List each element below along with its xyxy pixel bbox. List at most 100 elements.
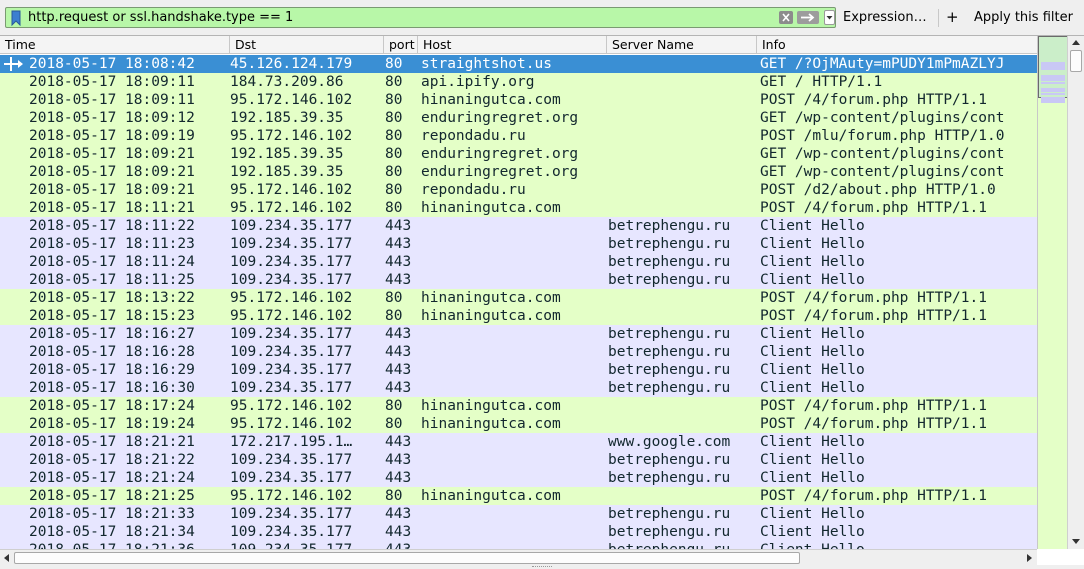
cell-host: [421, 433, 606, 451]
table-row[interactable]: 2018-05-17 18:21:25 95.172.146.102 80 hinan…: [0, 487, 1037, 505]
cell-host: hinaningutca.com: [421, 200, 561, 216]
cell-host: [421, 253, 606, 271]
cell-time: 2018-05-17 18:16:29: [29, 362, 195, 378]
cell-dst: 109.234.35.177: [230, 344, 353, 360]
expression-button[interactable]: Expression…: [843, 10, 927, 26]
cell-server-name: betrephengu.ru: [608, 272, 731, 288]
scroll-right-icon[interactable]: [1027, 554, 1032, 562]
column-header-port[interactable]: port: [383, 36, 417, 54]
horizontal-scroll-thumb[interactable]: [14, 552, 800, 564]
filter-history-dropdown-icon[interactable]: [824, 10, 835, 25]
scroll-down-icon[interactable]: [1072, 539, 1080, 544]
table-row[interactable]: 2018-05-17 18:19:24 95.172.146.102 80 hinan…: [0, 415, 1037, 433]
clear-filter-icon[interactable]: [779, 11, 793, 24]
table-row[interactable]: 2018-05-17 18:11:25 109.234.35.177 443 betr…: [0, 271, 1037, 289]
cell-port: 80: [385, 308, 403, 324]
packet-minimap[interactable]: [1037, 36, 1068, 549]
cell-time: 2018-05-17 18:11:25: [29, 272, 195, 288]
cell-server-name: [608, 289, 756, 307]
cell-info: GET /wp-content/plugins/cont: [760, 146, 1005, 162]
minimap-line: [1041, 101, 1065, 104]
cell-port: 443: [385, 236, 412, 252]
scroll-left-icon[interactable]: [4, 554, 9, 562]
table-row[interactable]: 2018-05-17 18:09:21 192.185.39.35 80 enduri…: [0, 163, 1037, 181]
cell-time: 2018-05-17 18:09:12: [29, 110, 195, 126]
cell-dst: 109.234.35.177: [230, 380, 353, 396]
pane-splitter-handle[interactable]: [532, 566, 552, 568]
table-row[interactable]: 2018-05-17 18:15:23 95.172.146.102 80 hinan…: [0, 307, 1037, 325]
table-row[interactable]: 2018-05-17 18:09:21 192.185.39.35 80 enduri…: [0, 145, 1037, 163]
table-row[interactable]: 2018-05-17 18:21:34 109.234.35.177 443 betr…: [0, 523, 1037, 541]
cell-server-name: www.google.com: [608, 434, 731, 450]
cell-info: POST /4/forum.php HTTP/1.1: [760, 488, 987, 504]
table-row[interactable]: 2018-05-17 18:09:19 95.172.146.102 80 repon…: [0, 127, 1037, 145]
table-row[interactable]: 2018-05-17 18:09:21 95.172.146.102 80 repon…: [0, 181, 1037, 199]
bookmark-icon[interactable]: [10, 10, 22, 26]
column-header-dst[interactable]: Dst: [229, 36, 383, 54]
column-header-time[interactable]: Time: [0, 36, 229, 54]
table-row[interactable]: 2018-05-17 18:16:29 109.234.35.177 443 betr…: [0, 361, 1037, 379]
cell-host: [421, 523, 606, 541]
cell-time: 2018-05-17 18:21:21: [29, 434, 195, 450]
display-filter-text[interactable]: http.request or ssl.handshake.type == 1: [28, 9, 293, 26]
table-row[interactable]: 2018-05-17 18:17:24 95.172.146.102 80 hinan…: [0, 397, 1037, 415]
cell-info: GET /?OjMAuty=mPUDY1mPmAZLYJ: [760, 56, 1005, 72]
cell-port: 80: [385, 182, 403, 198]
display-filter-input[interactable]: http.request or ssl.handshake.type == 1: [5, 7, 836, 28]
cell-dst: 172.217.195.1…: [230, 434, 353, 450]
column-header-info[interactable]: Info: [756, 36, 1037, 54]
cell-dst: 45.126.124.179: [230, 56, 353, 72]
table-row[interactable]: 2018-05-17 18:21:33 109.234.35.177 443 betr…: [0, 505, 1037, 523]
horizontal-scrollbar[interactable]: [0, 549, 1037, 565]
table-row[interactable]: 2018-05-17 18:11:21 95.172.146.102 80 hinan…: [0, 199, 1037, 217]
cell-server-name: betrephengu.ru: [608, 452, 731, 468]
cell-server-name: [608, 145, 756, 163]
cell-host: [421, 343, 606, 361]
table-row[interactable]: 2018-05-17 18:16:30 109.234.35.177 443 betr…: [0, 379, 1037, 397]
cell-dst: 95.172.146.102: [230, 416, 353, 432]
cell-time: 2018-05-17 18:09:21: [29, 164, 195, 180]
cell-server-name: betrephengu.ru: [608, 380, 731, 396]
cell-host: repondadu.ru: [421, 128, 526, 144]
table-row[interactable]: 2018-05-17 18:11:22 109.234.35.177 443 betr…: [0, 217, 1037, 235]
table-row[interactable]: 2018-05-17 18:11:24 109.234.35.177 443 betr…: [0, 253, 1037, 271]
cell-port: 443: [385, 506, 412, 522]
cell-time: 2018-05-17 18:21:34: [29, 524, 195, 540]
table-row[interactable]: 2018-05-17 18:21:36109.234.35.177443 betr…: [0, 541, 1037, 549]
column-header-host[interactable]: Host: [417, 36, 606, 54]
vertical-scroll-thumb[interactable]: [1070, 50, 1082, 72]
scroll-up-icon[interactable]: [1072, 40, 1080, 45]
vertical-scrollbar[interactable]: [1067, 36, 1084, 549]
cell-server-name: betrephengu.ru: [608, 506, 731, 522]
apply-filter-button[interactable]: Apply this filter: [974, 10, 1073, 26]
table-row[interactable]: 2018-05-17 18:08:42 45.126.124.179 80 strai…: [0, 55, 1037, 73]
cell-dst: 109.234.35.177: [230, 272, 353, 288]
table-row[interactable]: 2018-05-17 18:16:28 109.234.35.177 443 betr…: [0, 343, 1037, 361]
add-filter-button-icon[interactable]: +: [946, 8, 959, 26]
cell-time: 2018-05-17 18:17:24: [29, 398, 195, 414]
column-header-server-name[interactable]: Server Name: [606, 36, 756, 54]
apply-arrow-icon[interactable]: [797, 11, 819, 24]
cell-host: [421, 361, 606, 379]
cell-port: 443: [385, 541, 419, 549]
cell-dst: 109.234.35.177: [230, 452, 353, 468]
table-row[interactable]: 2018-05-17 18:21:21 172.217.195.1… 443 www.…: [0, 433, 1037, 451]
cell-time: 2018-05-17 18:16:28: [29, 344, 195, 360]
table-row[interactable]: 2018-05-17 18:09:12 192.185.39.35 80 enduri…: [0, 109, 1037, 127]
cell-dst: 109.234.35.177: [230, 218, 353, 234]
table-row[interactable]: 2018-05-17 18:09:11 95.172.146.102 80 hinan…: [0, 91, 1037, 109]
table-row[interactable]: 2018-05-17 18:21:22 109.234.35.177 443 betr…: [0, 451, 1037, 469]
cell-port: 443: [385, 218, 412, 234]
table-row[interactable]: 2018-05-17 18:13:22 95.172.146.102 80 hinan…: [0, 289, 1037, 307]
cell-time: 2018-05-17 18:21:22: [29, 452, 195, 468]
cell-host: hinaningutca.com: [421, 416, 561, 432]
table-row[interactable]: 2018-05-17 18:09:11 184.73.209.86 80 api.ip…: [0, 73, 1037, 91]
cell-server-name: [608, 91, 756, 109]
table-row[interactable]: 2018-05-17 18:21:24 109.234.35.177 443 betr…: [0, 469, 1037, 487]
cell-dst: 95.172.146.102: [230, 200, 353, 216]
cell-host: [421, 271, 606, 289]
cell-server-name: betrephengu.ru: [608, 344, 731, 360]
table-row[interactable]: 2018-05-17 18:16:27 109.234.35.177 443 betr…: [0, 325, 1037, 343]
cell-host: hinaningutca.com: [421, 290, 561, 306]
table-row[interactable]: 2018-05-17 18:11:23 109.234.35.177 443 betr…: [0, 235, 1037, 253]
